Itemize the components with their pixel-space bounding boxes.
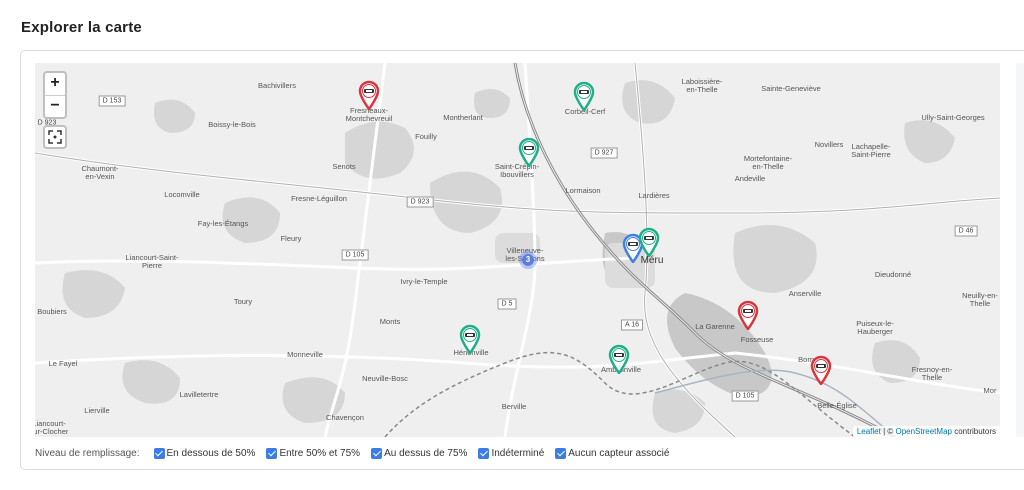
checkbox-checked-icon[interactable] [555,447,567,459]
road-label: A 16 [620,319,644,331]
place-label: Chavençon [326,413,364,422]
map-pin-icon [459,324,481,356]
place-label: Andeville [734,174,766,183]
place-label: Mor [983,386,997,395]
page: Explorer la carte Bachivillers Fresneaux… [0,0,1024,490]
sensor-marker[interactable] [810,355,832,387]
place-label: Senots [332,162,356,171]
place-label: Ully-Saint-Georges [921,113,985,122]
map-pin-icon [358,80,380,112]
map-pin-icon [638,227,660,259]
zoom-out-button[interactable]: − [45,95,65,117]
place-label: Belle-Église [817,401,857,410]
zoom-control: + − [43,71,67,119]
place-label: Lierville [84,406,110,415]
place-label: Boissy-le-Bois [208,120,256,129]
place-label: Lachapelle- Saint-Pierre [851,142,891,159]
place-label: Locomville [164,190,200,199]
map-pin-icon [810,355,832,387]
place-label: Lormaison [565,186,601,195]
map-pin-icon [518,137,540,169]
page-title: Explorer la carte [21,19,142,36]
filter-label: Entre 50% et 75% [279,447,361,459]
filter-undetermined[interactable]: Indéterminé [478,447,545,459]
sensor-marker[interactable] [638,227,660,259]
map-pin-icon [573,81,595,113]
place-label: Neuilly-en- Thelle [962,291,998,308]
place-label: Lardières [638,191,670,200]
place-label: Neuville-Bosc [362,374,408,383]
filter-above-75[interactable]: Au dessus de 75% [371,447,468,459]
road-label: D 105 [341,249,369,261]
side-panel [1016,63,1024,437]
place-label: Méru [640,255,664,266]
place-label: Monts [379,317,401,326]
map-view[interactable]: Bachivillers Fresneaux- Montchevreuil Mo… [35,63,1000,437]
marker-cluster[interactable]: 3 [519,251,537,269]
zoom-in-button[interactable]: + [45,73,65,95]
checkbox-checked-icon[interactable] [153,447,165,459]
filter-label: En dessous de 50% [166,447,256,459]
road-label: D 105 [731,390,759,402]
place-label: Liancourt- sur-Clocher [35,419,69,436]
sensor-marker[interactable] [737,300,759,332]
fullscreen-button[interactable] [43,125,67,149]
place-label: Anserville [788,289,822,298]
road-label: D 5 [497,298,517,310]
sensor-marker[interactable] [459,324,481,356]
place-label: Liancourt-Saint- Pierre [125,253,179,270]
place-label: Fresnoy-en- Thelle [911,365,953,382]
place-label: Fleury [280,234,302,243]
place-label: Fouilly [415,132,437,141]
sensor-marker[interactable] [518,137,540,169]
filter-50-75[interactable]: Entre 50% et 75% [266,447,361,459]
road-label: D 923 [406,196,434,208]
place-label: Chaumont- en-Vexin [81,164,119,181]
place-label: Bachivillers [258,81,296,90]
place-label: Dieudonné [874,270,912,279]
place-label: Lavilletertre [179,390,219,399]
sensor-marker[interactable] [573,81,595,113]
place-label: Mortefontaine- en-Thelle [743,154,793,171]
place-label: Fresne-Léguillon [291,194,347,203]
place-label: Monneville [287,350,323,359]
place-label: Boubiers [37,307,67,316]
sensor-marker[interactable] [358,80,380,112]
attribution-separator: | © [880,427,896,436]
checkbox-checked-icon[interactable] [266,447,278,459]
map-attribution: Leaflet | © OpenStreetMap contributors [852,426,1000,437]
filter-label: Aucun capteur associé [568,447,670,459]
place-label: Fosseuse [740,335,774,344]
road-label: D 46 [954,225,978,237]
place-label: Montherlant [443,113,483,122]
place-label: Novillers [814,140,844,149]
place-label: Berville [501,402,527,411]
filter-below-50[interactable]: En dessous de 50% [153,447,256,459]
checkbox-checked-icon[interactable] [371,447,383,459]
map-pin-icon [608,344,630,376]
place-label: Laboissière- en-Thelle [681,77,723,94]
filter-no-sensor[interactable]: Aucun capteur associé [555,447,670,459]
osm-link[interactable]: OpenStreetMap [895,427,951,436]
road-label: D 153 [98,95,126,107]
place-label: Puiseux-le- Hauberger [856,319,894,336]
fullscreen-icon [48,130,62,144]
filter-label: Au dessus de 75% [384,447,468,459]
place-label: La Garenne [695,322,735,331]
place-label: Fay-les-Étangs [197,219,249,228]
sensor-marker[interactable] [608,344,630,376]
fill-level-legend: Niveau de remplissage: En dessous de 50%… [35,446,680,460]
place-label: Sainte-Geneviève [761,84,821,93]
road-label: D 927 [590,147,618,159]
place-label: Ivry-le-Temple [400,277,448,286]
place-label: Le Fayel [48,359,78,368]
map-pin-icon [737,300,759,332]
attribution-suffix: contributors [951,427,996,436]
legend-label: Niveau de remplissage: [35,447,140,459]
checkbox-checked-icon[interactable] [478,447,490,459]
place-label: Toury [233,297,253,306]
leaflet-link[interactable]: Leaflet [857,427,881,436]
filter-label: Indéterminé [491,447,545,459]
